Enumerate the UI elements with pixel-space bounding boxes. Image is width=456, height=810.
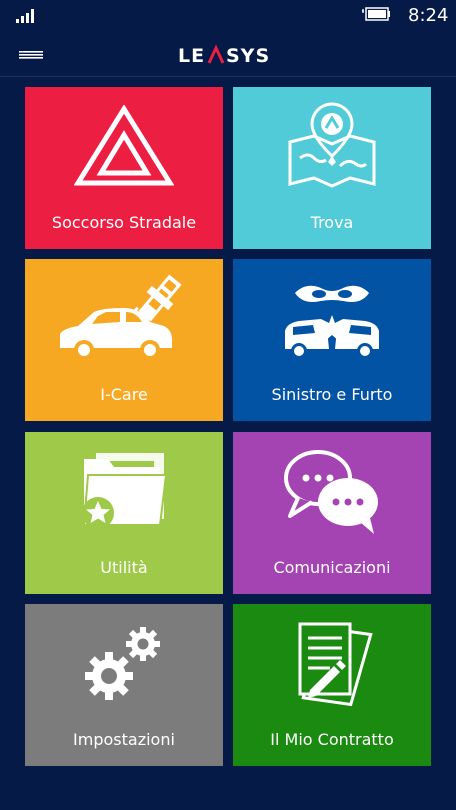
svg-text:SYS: SYS [226, 45, 270, 67]
app-header: LE SYS [0, 32, 456, 77]
tile-label: Trova [310, 213, 354, 232]
tile-soccorso-stradale[interactable]: Soccorso Stradale [25, 87, 223, 249]
tile-il-mio-contratto[interactable]: Il Mio Contratto [233, 604, 431, 766]
tile-label: Soccorso Stradale [51, 213, 197, 232]
chat-bubbles-icon [284, 450, 378, 534]
tile-trova[interactable]: Trova [233, 87, 431, 249]
folder-star-icon [82, 453, 168, 529]
clock: 8:24 [408, 5, 449, 26]
car-satellite-icon [60, 274, 182, 360]
hamburger-menu-icon[interactable] [19, 46, 43, 62]
tile-sinistro-e-furto[interactable]: Sinistro e Furto [233, 259, 431, 421]
map-pin-icon [288, 102, 376, 188]
contract-document-icon [298, 622, 373, 707]
gears-icon [85, 627, 160, 700]
tile-grid: Soccorso Stradale Trova I-Care Sinistro … [25, 87, 431, 766]
tile-label: I-Care [100, 385, 148, 404]
signal-strength-icon [16, 9, 36, 23]
crash-thief-icon [285, 285, 379, 359]
status-bar: 8:24 [0, 0, 456, 32]
tile-impostazioni[interactable]: Impostazioni [25, 604, 223, 766]
warning-triangle-icon [74, 105, 174, 186]
tile-utilita[interactable]: Utilità [25, 432, 223, 594]
tile-label: Sinistro e Furto [271, 385, 393, 404]
tile-label: Impostazioni [73, 730, 175, 749]
battery-icon [362, 7, 390, 21]
svg-text:LE: LE [178, 45, 205, 67]
tile-label: Comunicazioni [273, 558, 391, 577]
tile-label: Utilità [100, 558, 148, 577]
tile-i-care[interactable]: I-Care [25, 259, 223, 421]
tile-comunicazioni[interactable]: Comunicazioni [233, 432, 431, 594]
leasys-logo: LE SYS [178, 44, 270, 67]
tile-label: Il Mio Contratto [270, 730, 394, 749]
